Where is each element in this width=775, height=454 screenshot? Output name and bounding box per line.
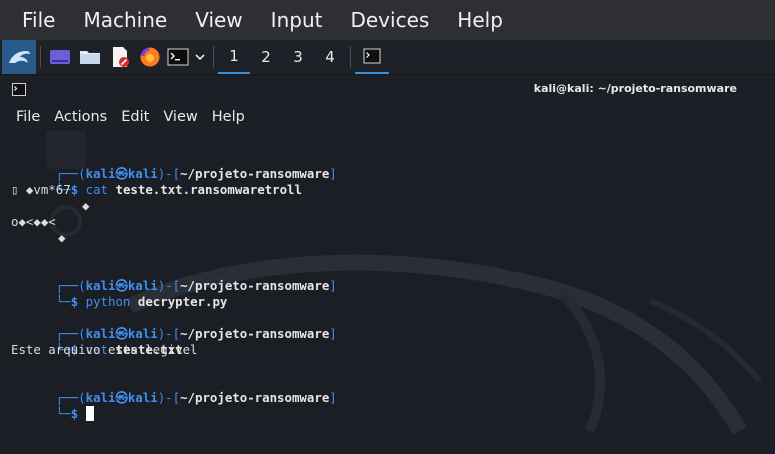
kali-menu-button[interactable] [2,40,36,74]
taskbar-separator [40,46,41,68]
terminal-menu-edit[interactable]: Edit [114,109,156,125]
terminal-launcher-button[interactable] [165,40,191,74]
terminal-content[interactable]: ┌──(kali㉿kali)-[~/projeto-ransomware] └─… [0,131,775,454]
output-line: ◆ [82,198,90,213]
terminal-menu-help[interactable]: Help [205,109,252,125]
taskbar-separator [350,46,351,68]
kali-dragon-icon [9,51,30,63]
terminal-menu-file[interactable]: File [0,109,47,125]
command-verb: python [85,294,131,309]
prompt-dollar: $ [70,294,79,309]
vm-menu-input[interactable]: Input [257,0,337,40]
prompt-path: ~/projeto-ransomware [180,326,330,341]
prompt-close: ] [329,326,337,341]
workspace-1[interactable]: 1 [218,40,250,74]
terminal-window-icon [12,83,26,96]
folder-icon [80,51,100,64]
prompt-second-prefix: └─ [55,406,71,421]
workspace-2[interactable]: 2 [250,40,282,74]
prompt-host: kali [127,390,158,405]
workspace-3[interactable]: 3 [282,40,314,74]
vm-menu-file[interactable]: File [0,0,69,40]
desktop-icon [50,50,70,64]
terminal-menubar: File Actions Edit View Help [0,103,775,131]
prompt-dollar: $ [70,182,79,197]
prompt-close: ] [329,278,337,293]
output-line: ▯ ◆vm*67 [11,182,71,197]
output-line: Este arquivo esta legivel [11,342,198,357]
terminal-menu-view[interactable]: View [156,109,204,125]
vm-menu-machine[interactable]: Machine [69,0,181,40]
text-editor-icon [113,47,129,67]
command-arg: decrypter.py [137,294,228,309]
prompt-mid: )-[ [157,390,181,405]
show-desktop-button[interactable] [45,40,75,74]
output-line: o◆<◆◆< [11,214,56,229]
prompt-at: ㉿ [115,390,128,405]
terminal-window-icon [363,48,381,64]
text-editor-button[interactable] [105,40,135,74]
terminal-dropdown-button[interactable] [191,40,209,74]
taskbar: 1 2 3 4 [0,40,775,75]
vm-menu-help[interactable]: Help [443,0,517,40]
taskbar-window-terminal[interactable] [355,40,389,74]
taskbar-separator [213,46,214,68]
firefox-button[interactable] [135,40,165,74]
prompt-close: ] [329,390,337,405]
file-manager-button[interactable] [75,40,105,74]
terminal-output: ┌──(kali㉿kali)-[~/projeto-ransomware] └─… [0,131,775,454]
terminal-icon [167,48,189,66]
terminal-menu-actions[interactable]: Actions [47,109,114,125]
output-line: ◆ [58,230,66,245]
prompt-path: ~/projeto-ransomware [180,390,330,405]
workspace-4[interactable]: 4 [314,40,346,74]
terminal-title: kali@kali: ~/projeto-ransomware [533,82,737,95]
chevron-down-icon [195,54,205,61]
firefox-icon [140,47,160,67]
prompt-close: ] [329,166,337,181]
vm-menu-view[interactable]: View [181,0,256,40]
vm-menu-devices[interactable]: Devices [336,0,443,40]
prompt-dollar: $ [70,406,79,421]
command-verb: cat [85,182,109,197]
prompt-second-prefix: └─ [55,294,71,309]
text-cursor[interactable] [85,406,94,421]
terminal-titlebar[interactable]: kali@kali: ~/projeto-ransomware [0,75,775,103]
command-line: └─$ [11,390,94,438]
vm-menubar: File Machine View Input Devices Help [0,0,775,40]
command-arg: teste.txt.ransomwaretroll [115,182,302,197]
